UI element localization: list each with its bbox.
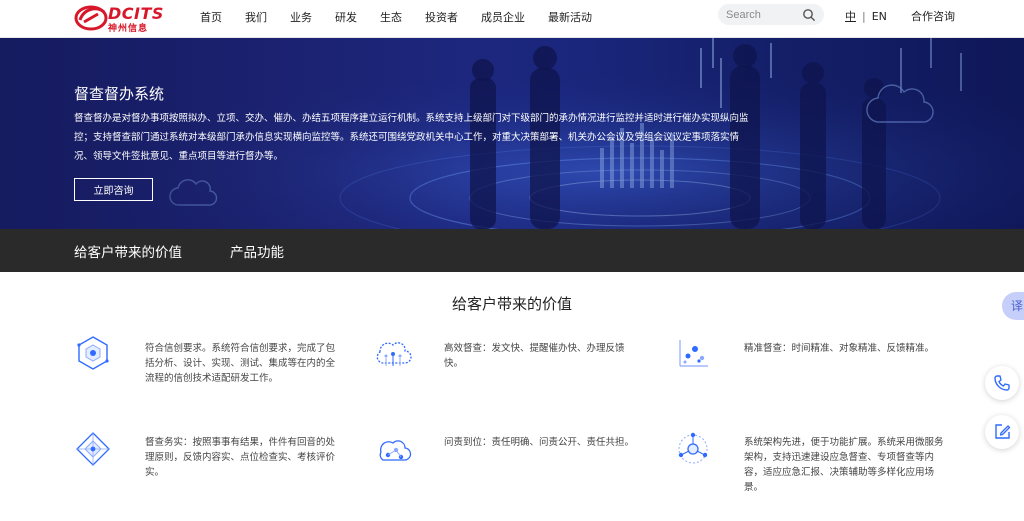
hub-icon (678, 432, 708, 464)
phone-contact-button[interactable] (985, 366, 1019, 400)
scatter-chart-icon (679, 340, 708, 367)
edit-icon (995, 424, 1011, 439)
feature-text-architecture: 系统架构先进，便于功能扩展。系统采用微服务架构，支持迅速建设应急督查、专项督查等… (744, 437, 944, 493)
nav-item-ecosystem[interactable]: 生态 (380, 9, 402, 25)
phone-icon (994, 375, 1010, 391)
search-icon[interactable] (802, 8, 816, 22)
nav-item-home[interactable]: 首页 (200, 9, 222, 25)
translate-tab[interactable]: 译 (1002, 292, 1024, 320)
nav-item-about[interactable]: 我们 (245, 9, 267, 25)
site-header: DCITS 神州信息 首页 我们 业务 研发 生态 投资者 成员企业 最新活动 … (0, 0, 1024, 38)
language-switcher: 中 | EN (845, 8, 887, 24)
consult-now-button[interactable]: 立即咨询 (74, 178, 153, 201)
nav-item-research[interactable]: 研发 (335, 9, 357, 25)
lang-zh-link[interactable]: 中 (845, 8, 856, 24)
feature-text-precise: 精准督查：时间精准、对象精准、反馈精准。 (744, 343, 935, 354)
search-box (718, 4, 824, 25)
logo-mark-icon (74, 5, 108, 31)
lang-en-link[interactable]: EN (872, 10, 887, 23)
main-nav: 首页 我们 业务 研发 生态 投资者 成员企业 最新活动 (200, 0, 615, 34)
feedback-button[interactable] (985, 415, 1019, 449)
tab-product-features[interactable]: 产品功能 (230, 241, 284, 261)
feature-text-pragmatic: 督查务实：按照事事有结果，件件有回音的处理原则，反馈内容实、点位检查实、考核评价… (145, 437, 336, 478)
lang-separator: | (862, 9, 866, 23)
feature-text-compliance: 符合信创要求。系统符合信创要求，完成了包括分析、设计、实现、测试、集成等在内的全… (145, 343, 336, 384)
cooperation-link[interactable]: 合作咨询 (911, 8, 955, 24)
cloud-nodes-icon (379, 440, 412, 461)
banner-title: 督查督办系统 (74, 85, 165, 103)
logo-subtitle: 神州信息 (108, 24, 149, 34)
feature-text-accountability: 问责到位：责任明确、问责公开、责任共担。 (444, 437, 635, 448)
nav-item-members[interactable]: 成员企业 (481, 9, 525, 25)
tab-customer-value[interactable]: 给客户带来的价值 (74, 241, 182, 261)
feature-text-efficient: 高效督查：发文快、提醒催办快、办理反馈快。 (444, 343, 625, 369)
section-title: 给客户带来的价值 (451, 295, 572, 313)
banner-description: 督查督办是对督办事项按照拟办、立项、交办、催办、办结五项程序建立运行机制。系统支… (74, 113, 749, 162)
nav-item-investors[interactable]: 投资者 (425, 9, 458, 25)
nav-item-events[interactable]: 最新活动 (548, 9, 592, 25)
hero-banner: 督查督办系统 督查督办是对督办事项按照拟办、立项、交办、催办、办结五项程序建立运… (0, 38, 1024, 229)
nav-item-business[interactable]: 业务 (290, 9, 312, 25)
search-input[interactable] (726, 6, 800, 23)
network-diamond-icon (76, 432, 110, 466)
cube-icon (77, 336, 109, 370)
cloud-network-icon (376, 342, 412, 366)
section-tabbar: 给客户带来的价值 产品功能 (0, 229, 1024, 272)
